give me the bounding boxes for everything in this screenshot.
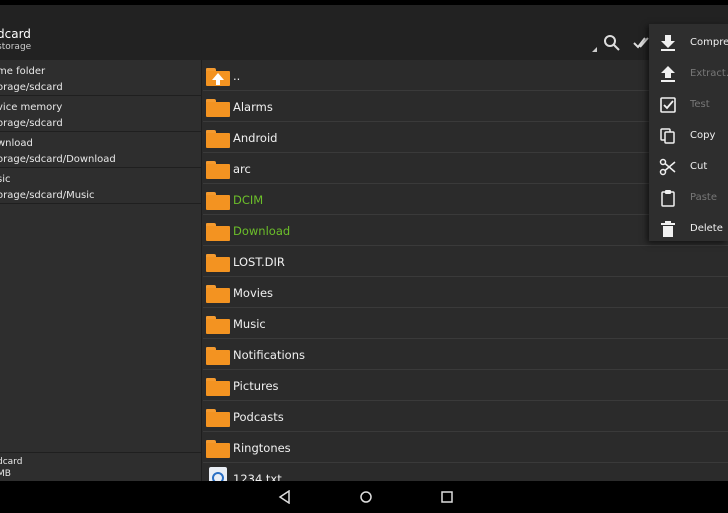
sidebar-item-label: sic (0, 174, 11, 185)
sidebar-item-music[interactable]: sic orage/sdcard/Music (0, 168, 202, 204)
folder-icon (206, 378, 230, 396)
menu-item-compress[interactable]: Compress (649, 28, 728, 59)
folder-up-icon (206, 68, 230, 86)
folder-icon (206, 192, 230, 210)
menu-item-label: Copy (690, 130, 716, 141)
dropdown-indicator-icon (592, 47, 597, 52)
folder-icon (206, 440, 230, 458)
list-item[interactable]: Podcasts (203, 401, 728, 432)
folder-icon (206, 130, 230, 148)
list-item-label: Ringtones (233, 441, 291, 455)
list-item-label: Pictures (233, 379, 279, 393)
list-item-label: DCIM (233, 193, 264, 207)
back-icon[interactable] (278, 490, 292, 504)
list-item[interactable]: Music (203, 308, 728, 339)
context-menu: Compress Extract... Test Copy (649, 24, 728, 241)
storage-info-size: MB (0, 469, 11, 479)
list-item-label: Android (233, 131, 278, 145)
home-icon[interactable] (359, 490, 373, 504)
sidebar-item-path: orage/sdcard (0, 82, 63, 93)
text-file-icon (209, 467, 227, 481)
folder-icon (206, 409, 230, 427)
menu-item-label: Compress (690, 37, 728, 48)
folder-icon (206, 285, 230, 303)
menu-item-label: Extract... (690, 68, 728, 79)
sidebar-item-path: orage/sdcard (0, 118, 63, 129)
menu-item-cut[interactable]: Cut (649, 152, 728, 183)
folder-icon (206, 161, 230, 179)
sidebar-item-label: me folder (0, 66, 46, 77)
folder-icon (206, 254, 230, 272)
storage-subtitle: storage (0, 42, 32, 52)
sidebar-item-device-memory[interactable]: vice memory orage/sdcard (0, 96, 202, 132)
checkbox-icon (660, 97, 676, 113)
navigation-bar (0, 481, 728, 513)
list-item-label: Download (233, 224, 291, 238)
storage-info-name: dcard (0, 457, 23, 467)
list-item[interactable]: Ringtones (203, 432, 728, 463)
menu-item-extract[interactable]: Extract... (649, 59, 728, 90)
scissors-icon (659, 158, 676, 176)
list-item[interactable]: Notifications (203, 339, 728, 370)
list-item-label: 1234.txt (233, 472, 282, 481)
search-icon[interactable] (601, 32, 623, 54)
folder-icon (206, 99, 230, 117)
folder-icon (206, 347, 230, 365)
sidebar-item-label: wnload (0, 138, 33, 149)
list-item-label: LOST.DIR (233, 255, 285, 269)
list-item-label: arc (233, 162, 251, 176)
menu-item-paste[interactable]: Paste (649, 183, 728, 214)
list-item-label: Notifications (233, 348, 305, 362)
list-item-label: Music (233, 317, 266, 331)
list-item-label: Alarms (233, 100, 273, 114)
trash-icon (661, 221, 675, 237)
list-item[interactable]: Pictures (203, 370, 728, 401)
download-icon (661, 35, 675, 51)
sidebar-item-download[interactable]: wnload orage/sdcard/Download (0, 132, 202, 168)
sidebar: me folder orage/sdcard vice memory orage… (0, 60, 202, 481)
recents-icon[interactable] (440, 490, 454, 504)
menu-item-test[interactable]: Test (649, 90, 728, 121)
menu-item-label: Delete (690, 223, 723, 234)
storage-title: dcard (0, 27, 31, 41)
menu-item-label: Cut (690, 161, 708, 172)
list-item-label: Podcasts (233, 410, 284, 424)
menu-item-label: Test (690, 99, 710, 110)
file-manager-app: dcard storage me folder orage/sdcard vic… (0, 5, 728, 481)
folder-icon (206, 223, 230, 241)
arrow-up-icon (212, 73, 224, 85)
sidebar-item-path: orage/sdcard/Download (0, 154, 116, 165)
upload-icon (661, 66, 675, 82)
sidebar-item-label: vice memory (0, 102, 63, 113)
copy-icon (660, 128, 675, 144)
menu-item-label: Paste (690, 192, 717, 203)
list-item[interactable]: LOST.DIR (203, 246, 728, 277)
sidebar-item-path: orage/sdcard/Music (0, 190, 95, 201)
sidebar-item-home-folder[interactable]: me folder orage/sdcard (0, 60, 202, 96)
list-item-file[interactable]: 1234.txt (203, 463, 728, 481)
clipboard-icon (661, 190, 675, 207)
storage-info[interactable]: dcard MB (0, 452, 202, 481)
folder-icon (206, 316, 230, 334)
toolbar: dcard storage (0, 5, 728, 60)
menu-item-copy[interactable]: Copy (649, 121, 728, 152)
menu-item-delete[interactable]: Delete (649, 214, 728, 245)
list-item-label: Movies (233, 286, 274, 300)
list-item[interactable]: Movies (203, 277, 728, 308)
list-item-label: .. (233, 69, 241, 83)
